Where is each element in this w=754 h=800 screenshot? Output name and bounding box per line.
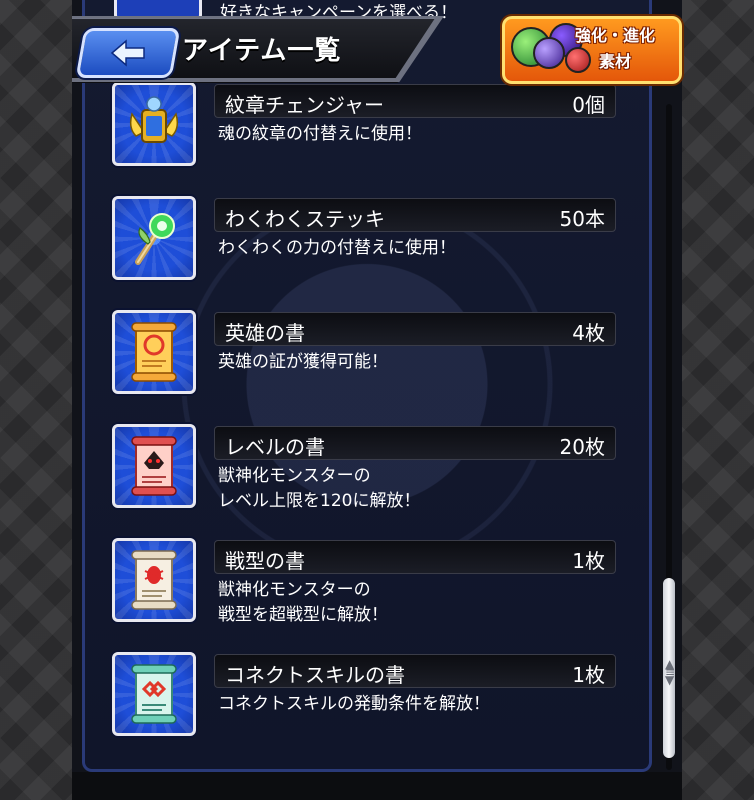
item-name-bar: わくわくステッキ 50本 [214,198,616,232]
item-name: コネクトスキルの書 [225,663,405,687]
emblem-changer-icon [112,82,196,166]
badge-label-line2: 素材 [599,52,632,71]
item-name: レベルの書 [225,435,325,459]
page-header: アイテム一覧 [72,16,444,83]
item-description: わくわくの力の付替えに使用！ [218,238,456,258]
bottom-strip [72,772,682,800]
item-count: 50本 [559,207,605,231]
hero-scroll-icon [112,310,196,394]
item-count: 20枚 [559,435,605,459]
scrollbar-thumb[interactable]: ▲ ≡ ▼ [663,578,675,758]
list-item[interactable]: コネクトスキルの書 1枚 コネクトスキルの発動条件を解放！ [112,652,618,744]
violet-orb-icon [533,37,565,69]
item-name: 英雄の書 [225,321,305,345]
scrollbar-grip-icon: ▲ ≡ ▼ [665,657,676,687]
level-scroll-icon [112,424,196,508]
item-name: 紋章チェンジャー [225,93,384,117]
item-description: コネクトスキルの発動条件を解放！ [218,694,490,714]
list-item[interactable]: わくわくステッキ 50本 わくわくの力の付替えに使用！ [112,196,618,288]
list-item[interactable]: 紋章チェンジャー 0個 魂の紋章の付替えに使用！ [112,82,618,174]
back-button[interactable] [75,28,181,78]
back-arrow-icon [110,39,145,67]
wakuwaku-stick-icon [112,196,196,280]
evolution-material-button[interactable]: 強化・進化 素材 [502,16,682,84]
badge-label-line1: 強化・進化 [575,26,656,45]
item-name: わくわくステッキ [225,207,385,231]
item-count: 1枚 [572,549,605,573]
page-title: アイテム一覧 [182,36,342,66]
item-count: 1枚 [572,663,605,687]
list-item[interactable]: レベルの書 20枚 獣神化モンスターの レベル上限を120に解放！ [112,424,618,516]
item-name-bar: 戦型の書 1枚 [214,540,616,574]
list-scrollbar[interactable]: ▲ ≡ ▼ [663,104,675,770]
stone-wall-right [682,0,754,800]
connect-skill-scroll-icon [112,652,196,736]
item-name-bar: レベルの書 20枚 [214,426,616,460]
stone-wall-left [0,0,72,800]
item-description: 魂の紋章の付替えに使用！ [218,124,422,144]
item-description: 獣神化モンスターの 戦型を超戦型に解放！ [218,580,388,625]
red-orb-icon [565,47,591,73]
item-description: 英雄の証が獲得可能！ [218,352,388,372]
item-name-bar: コネクトスキルの書 1枚 [214,654,616,688]
item-name-bar: 紋章チェンジャー 0個 [214,84,616,118]
item-name: 戦型の書 [225,549,305,573]
list-item[interactable]: 戦型の書 1枚 獣神化モンスターの 戦型を超戦型に解放！ [112,538,618,630]
item-count: 4枚 [572,321,605,345]
item-count: 0個 [572,93,605,117]
item-description: 獣神化モンスターの レベル上限を120に解放！ [218,466,421,511]
battle-type-scroll-icon [112,538,196,622]
list-item[interactable]: 英雄の書 4枚 英雄の証が獲得可能！ [112,310,618,402]
item-name-bar: 英雄の書 4枚 [214,312,616,346]
